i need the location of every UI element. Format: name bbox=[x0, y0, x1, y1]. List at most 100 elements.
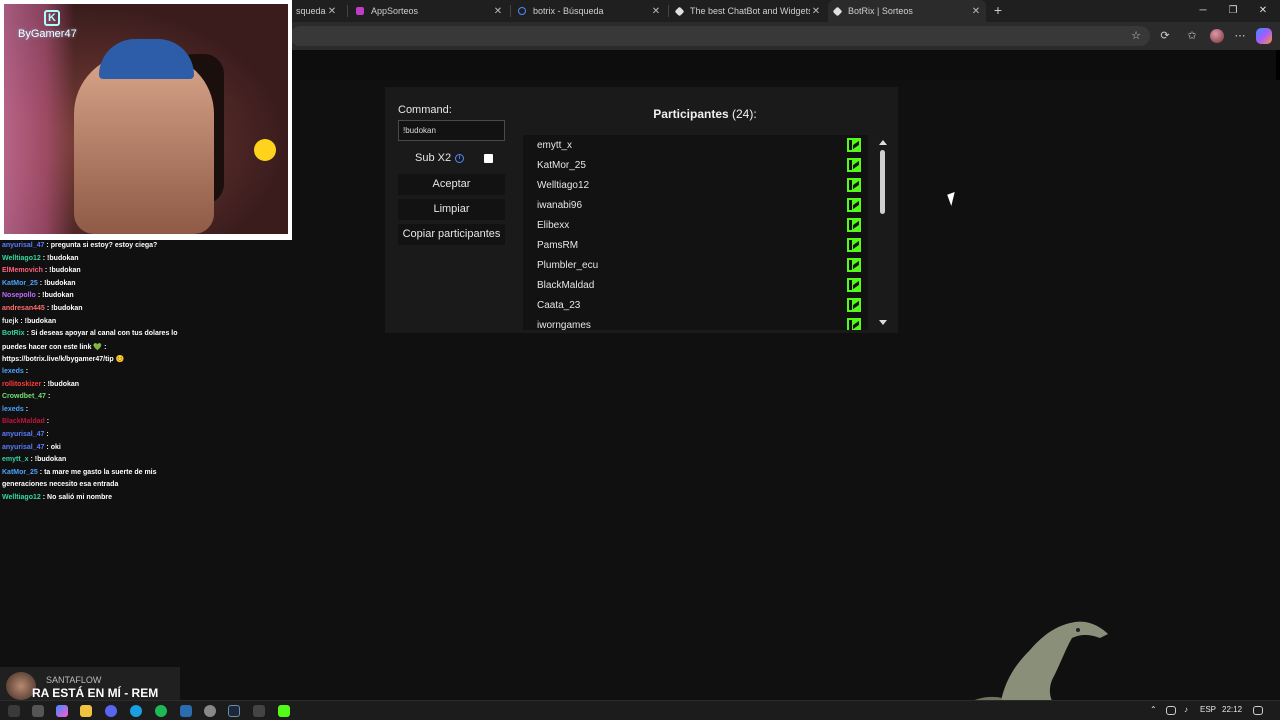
accept-button[interactable]: Aceptar bbox=[398, 174, 505, 195]
chat-username[interactable]: andresan445 bbox=[2, 305, 45, 312]
chat-username[interactable]: lexeds bbox=[2, 368, 24, 375]
tab-separator bbox=[510, 5, 511, 17]
tab-label: botrix - Búsqueda bbox=[533, 6, 604, 16]
close-icon[interactable]: ✕ bbox=[326, 6, 338, 17]
participants-title: Participantes bbox=[653, 107, 729, 121]
copilot-icon[interactable] bbox=[1256, 28, 1272, 44]
scroll-thumb[interactable] bbox=[880, 150, 885, 214]
clear-button[interactable]: Limpiar bbox=[398, 199, 505, 220]
vscode-icon[interactable] bbox=[180, 705, 192, 717]
tray-chevron-icon[interactable]: ⌃ bbox=[1150, 705, 1157, 714]
tab-search-partial[interactable]: squeda ✕ bbox=[290, 0, 342, 22]
chat-text: : oki bbox=[46, 443, 61, 451]
steam-icon[interactable] bbox=[228, 705, 240, 717]
chat-username[interactable]: Crowdbet_47 bbox=[2, 393, 46, 400]
kick-icon bbox=[847, 198, 861, 212]
participant-name: emytt_x bbox=[537, 140, 573, 151]
webcam-feed: K ByGamer47 bbox=[4, 4, 288, 234]
scroll-up-icon[interactable] bbox=[879, 140, 887, 145]
close-icon[interactable]: ✕ bbox=[970, 6, 982, 17]
chat-username[interactable]: ElMemovich bbox=[2, 267, 43, 274]
participant-name: Elibexx bbox=[537, 220, 570, 231]
kick-app-icon[interactable] bbox=[278, 705, 290, 717]
task-view-icon[interactable] bbox=[32, 705, 44, 717]
participant-row: Caata_23 bbox=[523, 295, 868, 315]
chat-username[interactable]: Welltiago12 bbox=[2, 255, 41, 262]
chat-text: : !budokan bbox=[44, 267, 81, 275]
chat-username[interactable]: anyurisal_47 bbox=[2, 444, 44, 451]
participant-row: iwanabi96 bbox=[523, 195, 868, 215]
sub-x2-checkbox[interactable] bbox=[484, 154, 493, 163]
sub-x2-label: Sub X2 bbox=[415, 152, 452, 164]
chat-username[interactable]: KatMor_25 bbox=[2, 280, 38, 287]
command-input[interactable] bbox=[398, 120, 505, 141]
chat-text: : !budokan bbox=[42, 254, 79, 262]
spotify-icon[interactable] bbox=[155, 705, 167, 717]
chat-username[interactable]: anyurisal_47 bbox=[2, 431, 44, 438]
start-icon[interactable] bbox=[8, 705, 20, 717]
close-icon[interactable]: ✕ bbox=[650, 6, 662, 17]
scroll-down-icon[interactable] bbox=[879, 320, 887, 325]
copilot-app-icon[interactable] bbox=[56, 705, 68, 717]
more-menu-icon[interactable]: ⋯ bbox=[1232, 28, 1248, 44]
volume-icon[interactable]: ♪ bbox=[1184, 705, 1188, 714]
tab-appsorteos[interactable]: AppSorteos ✕ bbox=[350, 0, 508, 22]
appsorteos-favicon-icon bbox=[356, 7, 364, 15]
chat-text: : bbox=[25, 368, 29, 375]
chat-message: Crowdbet_47: bbox=[2, 393, 50, 400]
display-icon[interactable] bbox=[1166, 706, 1176, 715]
clock[interactable]: 22:12 bbox=[1222, 705, 1242, 714]
participants-list[interactable]: emytt_x KatMor_25 Welltiago12 iwanabi96 Elib… bbox=[523, 135, 868, 330]
refresh-extension-icon[interactable]: ⟳ bbox=[1157, 28, 1173, 44]
copy-participants-button[interactable]: Copiar participantes bbox=[398, 224, 505, 245]
chat-username[interactable]: KatMor_25 bbox=[2, 469, 38, 476]
chat-message: BotRix: Si deseas apoyar al canal con tu… bbox=[2, 330, 178, 337]
edge-icon[interactable] bbox=[130, 705, 142, 717]
chat-username[interactable]: lexeds bbox=[2, 406, 24, 413]
file-explorer-icon[interactable] bbox=[80, 705, 92, 717]
notifications-icon[interactable] bbox=[1253, 706, 1263, 715]
kick-icon bbox=[847, 158, 861, 172]
terminal-icon[interactable] bbox=[253, 705, 265, 717]
new-tab-button[interactable]: + bbox=[990, 2, 1006, 18]
chat-username[interactable]: emytt_x bbox=[2, 456, 28, 463]
chat-text: : Si deseas apoyar al canal con tus dola… bbox=[26, 330, 178, 338]
tab-chatbot-widgets[interactable]: The best ChatBot and Widgets fo ✕ bbox=[670, 0, 826, 22]
favorites-icon[interactable]: ✩ bbox=[1184, 28, 1200, 44]
kick-icon bbox=[847, 258, 861, 272]
favorite-star-icon[interactable]: ☆ bbox=[1128, 28, 1144, 44]
kick-icon bbox=[847, 178, 861, 192]
now-playing-artist: SANTAFLOW bbox=[46, 675, 102, 685]
tab-botrix-search[interactable]: botrix - Búsqueda ✕ bbox=[512, 0, 666, 22]
profile-avatar[interactable] bbox=[1210, 29, 1224, 43]
chat-message: KatMor_25: ta mare me gasto la suerte de… bbox=[2, 469, 157, 476]
chat-username[interactable]: Nosepollo bbox=[2, 292, 36, 299]
close-icon[interactable]: ✕ bbox=[810, 6, 822, 17]
webcam-cap bbox=[99, 39, 194, 79]
chat-username[interactable]: BlackMaldad bbox=[2, 418, 45, 425]
info-icon[interactable]: i bbox=[455, 153, 465, 163]
obs-icon[interactable] bbox=[204, 705, 216, 717]
chat-username[interactable]: fuejk bbox=[2, 318, 18, 325]
address-bar[interactable] bbox=[290, 26, 1150, 46]
discord-icon[interactable] bbox=[105, 705, 117, 717]
participant-row: BlackMaldad bbox=[523, 275, 868, 295]
tab-botrix-sorteos[interactable]: BotRix | Sorteos ✕ bbox=[828, 0, 986, 22]
chat-username[interactable]: anyurisal_47 bbox=[2, 242, 44, 249]
participants-count: (24): bbox=[732, 107, 757, 121]
chat-username[interactable]: Welltiago12 bbox=[2, 494, 41, 501]
close-icon[interactable]: ✕ bbox=[492, 6, 504, 17]
tab-label: AppSorteos bbox=[371, 6, 419, 16]
kick-icon bbox=[847, 318, 861, 330]
restore-icon[interactable]: ❐ bbox=[1218, 0, 1248, 22]
participant-row: Welltiago12 bbox=[523, 175, 868, 195]
chat-text: : !budokan bbox=[37, 292, 74, 300]
participants-scrollbar[interactable] bbox=[877, 135, 889, 330]
chat-username[interactable]: rollitoskizer bbox=[2, 381, 41, 388]
minimize-icon[interactable]: ─ bbox=[1188, 0, 1218, 22]
window-close-icon[interactable]: ✕ bbox=[1248, 0, 1278, 22]
participant-name: BlackMaldad bbox=[537, 280, 595, 291]
chat-username[interactable]: BotRix bbox=[2, 330, 25, 337]
tab-label: The best ChatBot and Widgets fo bbox=[690, 6, 810, 16]
language-indicator[interactable]: ESP bbox=[1200, 705, 1216, 714]
